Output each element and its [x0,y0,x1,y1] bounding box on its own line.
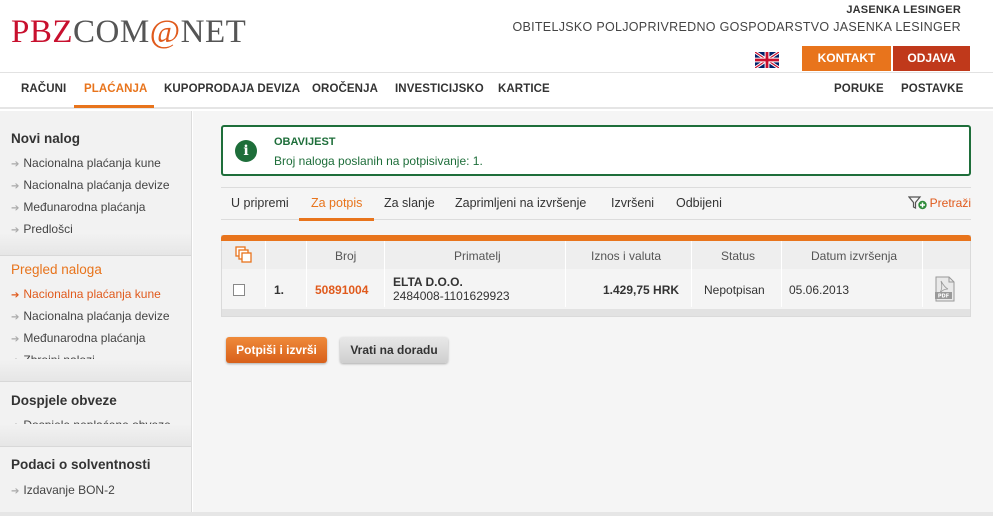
sidebar-item-new-domestic-foreign[interactable]: ➔ Nacionalna plaćanja devize [11,178,170,192]
nav-payments[interactable]: PLAĆANJA [84,83,147,95]
arrow-right-icon: ➔ [11,159,20,170]
sidebar-divider [0,359,191,381]
tab-executed[interactable]: Izvršeni [611,196,654,210]
sidebar-item-label: Nacionalna plaćanja kune [23,156,161,170]
sidebar-item-label: Nacionalna plaćanja devize [23,309,170,323]
sidebar-item-label: Nacionalna plaćanja devize [23,178,170,192]
order-amount: 1.429,75 HRK [603,283,680,297]
nav-deposits[interactable]: OROČENJA [312,83,378,95]
sidebar-item-overview-domestic-hrk[interactable]: ➔ Nacionalna plaćanja kune [11,287,161,301]
tab-for-sending[interactable]: Za slanje [384,196,435,210]
info-icon: i [235,140,257,162]
sidebar-item-label: Međunarodna plaćanja [23,331,146,345]
recipient-name: ELTA D.O.O. [393,275,463,289]
column-header-date[interactable]: Datum izvršenja [811,249,897,263]
column-separator [781,241,782,307]
column-header-number[interactable]: Broj [335,249,356,263]
table-header: Broj Primatelj Iznos i valuta Status Dat… [222,241,970,269]
logo-pbz: PBZ [11,14,74,50]
column-header-amount[interactable]: Iznos i valuta [591,249,661,263]
sidebar-section-new-order[interactable]: Novi nalog [11,131,80,146]
sidebar-divider [0,446,191,447]
sidebar-item-new-international[interactable]: ➔ Međunarodna plaćanja [11,200,145,214]
notice-message: Broj naloga poslanih na potpisivanje: 1. [274,154,483,168]
order-status: Nepotpisan [704,283,765,297]
order-status-tabs: U pripremi Za potpis Za slanje Zaprimlje… [221,187,971,221]
column-separator [565,241,566,307]
tab-for-signing[interactable]: Za potpis [311,196,362,210]
sidebar-divider [0,381,191,382]
logo-com: COM [73,14,150,50]
svg-text:PDF: PDF [938,294,949,300]
arrow-right-icon: ➔ [11,486,20,497]
sidebar-item-bon2[interactable]: ➔ Izdavanje BON-2 [11,483,115,497]
column-separator [384,241,385,307]
main-content: i OBAVIJEST Broj naloga poslanih na potp… [193,111,993,516]
column-header-recipient[interactable]: Primatelj [454,249,501,263]
orders-table: Broj Primatelj Iznos i valuta Status Dat… [221,235,971,317]
sidebar-item-label: Izdavanje BON-2 [23,483,115,497]
search-button[interactable]: Pretraži [907,196,971,210]
arrow-right-icon: ➔ [11,203,20,214]
nav-investments[interactable]: INVESTICIJSKO [395,83,484,95]
nav-active-indicator [74,105,154,108]
pdf-icon[interactable]: PDF [933,276,957,302]
arrow-right-icon: ➔ [11,181,20,192]
logo[interactable]: PBZCOM@NET [11,14,246,50]
column-separator [306,241,307,307]
contact-button[interactable]: KONTAKT [802,46,891,71]
table-footer [222,309,970,316]
column-separator [691,241,692,307]
nav-accounts[interactable]: RAČUNI [21,83,66,95]
sign-and-execute-button[interactable]: Potpiši i izvrši [226,337,327,363]
arrow-right-icon: ➔ [11,312,20,323]
filter-add-icon [907,196,927,210]
recipient-account: 2484008-1101629923 [393,289,510,303]
notice-title: OBAVIJEST [274,136,336,148]
user-name: JASENKA LESINGER [846,4,961,16]
sidebar-divider [0,255,191,256]
logo-net: NET [180,14,247,50]
search-label: Pretraži [929,196,971,210]
sidebar-section-due-obligations[interactable]: Dospjele obveze [11,393,117,408]
nav-currency-exchange[interactable]: KUPOPRODAJA DEVIZA [164,83,300,95]
user-organization: OBITELJSKO POLJOPRIVREDNO GOSPODARSTVO J… [512,20,961,34]
select-all-icon[interactable] [235,246,253,264]
page-bottom-border [0,512,993,516]
row-checkbox[interactable] [233,284,245,296]
sidebar-section-order-overview[interactable]: Pregled naloga [11,262,102,277]
sidebar-section-solvency[interactable]: Podaci o solventnosti [11,457,151,472]
arrow-right-icon: ➔ [11,290,20,301]
execution-date: 05.06.2013 [789,283,850,297]
sidebar-item-overview-domestic-foreign[interactable]: ➔ Nacionalna plaćanja devize [11,309,170,323]
nav-messages[interactable]: PORUKE [834,83,884,95]
notice-box: i OBAVIJEST Broj naloga poslanih na potp… [221,125,971,176]
row-index: 1. [274,283,285,297]
column-header-status[interactable]: Status [721,249,755,263]
sidebar-item-label: Nacionalna plaćanja kune [23,287,161,301]
column-separator [922,241,923,307]
sidebar-divider [0,424,191,446]
logout-button[interactable]: ODJAVA [893,46,970,71]
table-row[interactable]: 1. 50891004 ELTA D.O.O. 2484008-11016299… [222,269,970,309]
tab-rejected[interactable]: Odbijeni [676,196,722,210]
column-separator [265,241,266,307]
arrow-right-icon: ➔ [11,334,20,345]
sidebar-divider [0,233,191,255]
nav-settings[interactable]: POSTAVKE [901,83,963,95]
tab-in-preparation[interactable]: U pripremi [231,196,289,210]
logo-at: @ [149,14,181,50]
return-for-revision-button[interactable]: Vrati na doradu [340,337,448,363]
sidebar-item-new-domestic-hrk[interactable]: ➔ Nacionalna plaćanja kune [11,156,161,170]
sidebar: Novi nalog ➔ Nacionalna plaćanja kune ➔ Na… [0,111,192,516]
nav-cards[interactable]: KARTICE [498,83,550,95]
sidebar-item-overview-international[interactable]: ➔ Međunarodna plaćanja [11,331,145,345]
top-navigation: RAČUNI PLAĆANJA KUPOPRODAJA DEVIZA OROČE… [0,72,993,109]
tab-received[interactable]: Zaprimljeni na izvršenje [455,196,586,210]
sidebar-item-label: Međunarodna plaćanja [23,200,146,214]
header: PBZCOM@NET JASENKA LESINGER OBITELJSKO P… [0,0,993,72]
tab-active-indicator [299,218,374,221]
uk-flag-icon[interactable] [755,52,779,68]
order-number-link[interactable]: 50891004 [315,283,368,297]
